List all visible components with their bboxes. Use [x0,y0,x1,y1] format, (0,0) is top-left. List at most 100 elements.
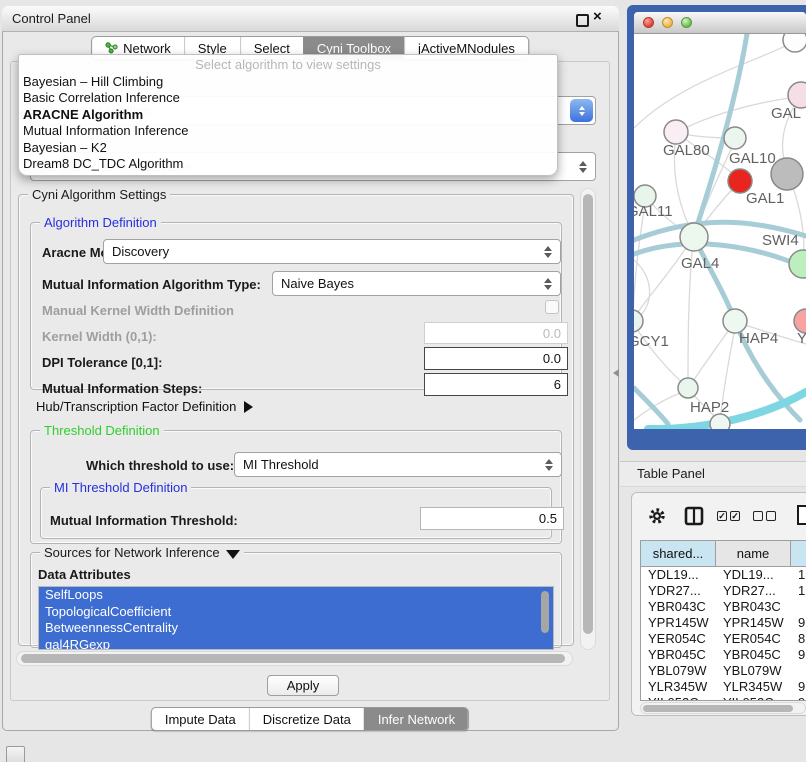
settings-horizontal-scrollbar[interactable] [16,651,573,666]
float-window-icon[interactable] [576,14,589,27]
table-cell: 8. [791,631,806,647]
manual-kernel-checkbox [545,300,559,314]
scrollbar-thumb[interactable] [583,194,593,634]
gear-icon[interactable] [648,507,666,525]
table-row[interactable]: YBR045CYBR045C9. [641,647,806,663]
tab-infer-network[interactable]: Infer Network [364,708,468,730]
tab-discretize-data[interactable]: Discretize Data [249,708,364,730]
tab-impute-data[interactable]: Impute Data [152,708,249,730]
network-edge [634,42,793,128]
splitter-arrow-icon[interactable] [613,369,619,377]
network-node-swi4[interactable] [789,250,806,278]
which-threshold-combobox[interactable]: MI Threshold [234,452,562,477]
column-header-shared[interactable]: shared... [641,541,716,566]
attribute-item-gal4rgexp[interactable]: gal4RGexp [39,637,553,651]
list-scrollbar-thumb[interactable] [541,591,549,633]
tab-label: Infer Network [378,712,455,727]
network-node-gal4[interactable] [680,223,708,251]
control-panel-titlebar[interactable] [2,6,619,32]
mi-threshold-field[interactable]: 0.5 [420,507,564,530]
algorithm-option-basic-correlation-inference[interactable]: Basic Correlation Inference [19,90,557,106]
table-row[interactable]: YDL19...YDL19...13 [641,567,806,583]
network-node[interactable] [783,34,806,52]
mi-type-value: Naive Bayes [281,276,354,291]
expand-arrow-icon[interactable] [244,401,253,413]
mi-threshold-label: Mutual Information Threshold: [50,513,238,528]
checkbox-checked-icon: ✓ [717,511,727,521]
table-cell: YBR045C [716,647,791,663]
algorithm-option-bayesian-k2[interactable]: Bayesian – K2 [19,140,557,156]
combobox-stepper-icon[interactable] [579,161,587,173]
table-cell: 9. [791,647,806,663]
table-cell: YDR27... [716,583,791,599]
scrollbar-thumb[interactable] [643,705,793,712]
column-header-a[interactable]: A [791,541,806,566]
zoom-traffic-light[interactable] [681,17,692,28]
minimize-traffic-light[interactable] [662,17,673,28]
table-cell: YBL079W [641,663,716,679]
table-row[interactable]: YBR043CYBR043C [641,599,806,615]
network-window-titlebar[interactable] [634,12,806,34]
document-icon[interactable] [796,504,806,526]
aracne-mode-value: Discovery [112,244,169,259]
network-node-hap2[interactable] [678,378,698,398]
algorithm-popup-placeholder: Select algorithm to view settings [19,55,557,74]
table-cell: YER054C [716,631,791,647]
split-columns-icon[interactable] [684,506,704,526]
algorithm-option-mutual-information-inference[interactable]: Mutual Information Inference [19,123,557,139]
table-cell: 9. [791,679,806,695]
dpi-tolerance-field[interactable]: 0.0 [424,347,568,370]
aracne-mode-combobox[interactable]: Discovery [103,239,561,264]
kernel-width-label: Kernel Width (0,1): [42,329,157,344]
show-columns-icon[interactable]: ✓ ✓ [717,511,740,521]
sources-group-title[interactable]: Sources for Network Inference [40,546,244,560]
node-label: SWI4 [762,232,799,249]
attribute-item-betweennesscentrality[interactable]: BetweennessCentrality [39,620,553,637]
column-header-name[interactable]: name [716,541,791,566]
table-cell: 9. [791,615,806,631]
table-cell: YBR043C [641,599,716,615]
attribute-item-topologicalcoefficient[interactable]: TopologicalCoefficient [39,604,553,621]
node-label: GAL1 [746,190,784,207]
mi-threshold-group-title: MI Threshold Definition [50,481,191,495]
table-row[interactable]: YER054CYER054C8. [641,631,806,647]
tab-label: Discretize Data [263,712,351,727]
table-cell: YIL052C [641,695,716,701]
table-row[interactable]: YLR345WYLR345W9. [641,679,806,695]
mi-steps-field[interactable]: 6 [424,373,568,396]
table-cell: YDL19... [641,567,716,583]
attribute-item-selfloops[interactable]: SelfLoops [39,587,553,604]
table-row[interactable]: YPR145WYPR145W9. [641,615,806,631]
table-row[interactable]: YIL052CYIL052C9. [641,695,806,701]
hub-definition-section[interactable]: Hub/Transcription Factor Definition [36,399,253,414]
checkbox-unchecked-icon [766,511,776,521]
hide-columns-icon[interactable] [753,511,776,521]
table-row[interactable]: YBL079WYBL079W [641,663,806,679]
combobox-stepper-icon[interactable] [570,99,593,122]
network-icon [105,42,118,54]
table-row[interactable]: YDR27...YDR27...12 [641,583,806,599]
algorithm-option-dream8-dc-tdc-algorithm[interactable]: Dream8 DC_TDC Algorithm [19,156,557,172]
data-attributes-list[interactable]: SelfLoopsTopologicalCoefficientBetweenne… [38,586,554,650]
network-canvas[interactable]: GALGAL80GAL10GAL1GAL11SWI4GAL4GCY1HAP4YH… [634,34,806,429]
network-node-gal10[interactable] [724,127,746,149]
table-cell: YBL079W [716,663,791,679]
close-icon[interactable]: × [593,8,602,25]
kernel-width-field: 0.0 [424,322,568,344]
close-traffic-light[interactable] [643,17,654,28]
collapse-arrow-icon[interactable] [226,550,240,559]
minimized-panel-icon[interactable] [6,746,25,762]
algorithm-option-bayesian-hill-climbing[interactable]: Bayesian – Hill Climbing [19,74,557,90]
algorithm-option-aracne-algorithm[interactable]: ARACNE Algorithm [19,107,557,123]
scrollbar-thumb[interactable] [21,654,565,663]
mi-type-combobox[interactable]: Naive Bayes [272,271,561,296]
table-horizontal-scrollbar[interactable] [640,702,806,714]
table-cell: YPR145W [716,615,791,631]
node-label: GCY1 [634,333,669,350]
network-node[interactable] [771,158,803,190]
combobox-stepper-icon [545,459,553,471]
settings-vertical-scrollbar[interactable] [580,188,596,650]
network-node[interactable] [710,414,730,429]
network-node-gal80[interactable] [664,120,688,144]
apply-button[interactable]: Apply [267,675,339,696]
